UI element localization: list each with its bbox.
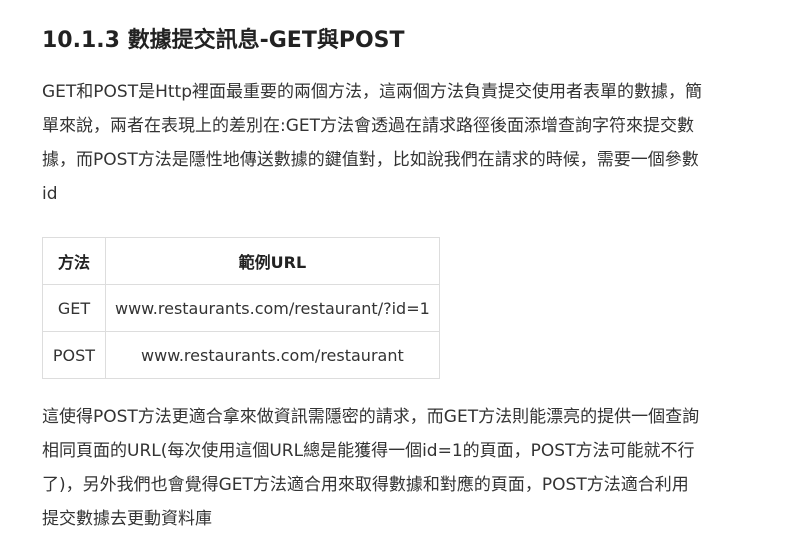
intro-line: 據，而POST方法是隱性地傳送數據的鍵值對，比如說我們在請求的時候，需要一個參數 <box>42 150 699 170</box>
method-cell: POST <box>42 331 106 379</box>
intro-line: 單來說，兩者在表現上的差別在:GET方法會透過在請求路徑後面添增查詢字符來提交數 <box>42 116 695 136</box>
section-heading: 10.1.3 數據提交訊息-GET與POST <box>42 28 405 53</box>
table-row: GET www.restaurants.com/restaurant/?id=1 <box>42 284 440 332</box>
closing-paragraph: 這使得POST方法更適合拿來做資訊需隱密的請求，而GET方法則能漂亮的提供一個查… <box>42 400 804 536</box>
intro-line: id <box>42 184 58 204</box>
column-header-example-url: 範例URL <box>105 237 440 285</box>
url-cell: www.restaurants.com/restaurant/?id=1 <box>105 284 440 332</box>
closing-line: 這使得POST方法更適合拿來做資訊需隱密的請求，而GET方法則能漂亮的提供一個查… <box>42 407 700 427</box>
method-cell: GET <box>42 284 106 332</box>
closing-line: 了)，另外我們也會覺得GET方法適合用來取得數據和對應的頁面，POST方法適合利… <box>42 475 689 495</box>
http-methods-table: 方法 範例URL GET www.restaurants.com/restaur… <box>42 237 440 379</box>
url-cell: www.restaurants.com/restaurant <box>105 331 440 379</box>
closing-line: 相同頁面的URL(每次使用這個URL總是能獲得一個id=1的頁面，POST方法可… <box>42 441 695 461</box>
intro-paragraph: GET和POST是Http裡面最重要的兩個方法，這兩個方法負責提交使用者表單的數… <box>42 75 804 211</box>
closing-line: 提交數據去更動資料庫 <box>42 509 212 529</box>
intro-line: GET和POST是Http裡面最重要的兩個方法，這兩個方法負責提交使用者表單的數… <box>42 82 703 102</box>
table-header-row: 方法 範例URL <box>42 237 440 285</box>
column-header-method: 方法 <box>42 237 106 285</box>
table-row: POST www.restaurants.com/restaurant <box>42 331 440 379</box>
